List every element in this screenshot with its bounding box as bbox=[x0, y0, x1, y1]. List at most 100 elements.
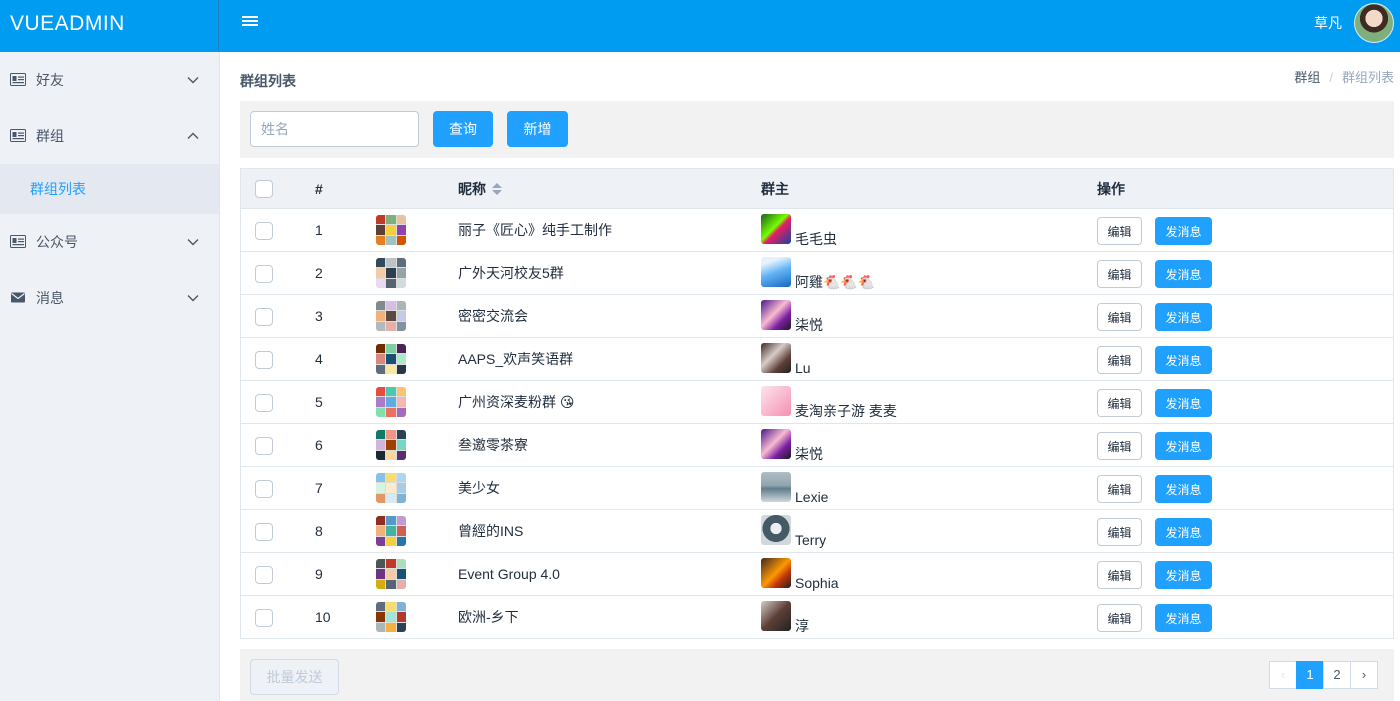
table-row: 4 AAPS_欢声笑语群 Lu 编辑 发消息 bbox=[241, 338, 1393, 381]
edit-button[interactable]: 编辑 bbox=[1097, 217, 1142, 245]
table-row: 5 广州资深麦粉群 😘 麦淘亲子游 麦麦 编辑 发消息 bbox=[241, 381, 1393, 424]
chevron-up-icon bbox=[187, 132, 199, 139]
send-message-button[interactable]: 发消息 bbox=[1155, 518, 1212, 546]
page-title: 群组列表 bbox=[240, 73, 296, 89]
send-message-button[interactable]: 发消息 bbox=[1155, 260, 1212, 288]
row-checkbox[interactable] bbox=[255, 265, 273, 283]
send-message-button[interactable]: 发消息 bbox=[1155, 303, 1212, 331]
send-message-button[interactable]: 发消息 bbox=[1155, 346, 1212, 374]
row-checkbox[interactable] bbox=[255, 351, 273, 369]
send-message-button[interactable]: 发消息 bbox=[1155, 475, 1212, 503]
brand-logo[interactable]: VUEADMIN bbox=[0, 0, 219, 52]
send-message-button[interactable]: 发消息 bbox=[1155, 561, 1212, 589]
sidebar-item-label: 群组 bbox=[36, 128, 64, 144]
row-index: 1 bbox=[315, 222, 323, 238]
send-message-button[interactable]: 发消息 bbox=[1155, 432, 1212, 460]
sidebar-item-official-accounts[interactable]: 公众号 bbox=[0, 214, 219, 270]
edit-button[interactable]: 编辑 bbox=[1097, 561, 1142, 589]
header-nickname[interactable]: 昵称 bbox=[458, 169, 502, 209]
row-checkbox[interactable] bbox=[255, 566, 273, 584]
owner-name: 柒悦 bbox=[795, 317, 823, 333]
row-index: 2 bbox=[315, 265, 323, 281]
group-avatar bbox=[376, 473, 406, 503]
row-index: 9 bbox=[315, 566, 323, 582]
select-all-checkbox[interactable] bbox=[255, 180, 273, 198]
header-owner: 群主 bbox=[761, 181, 789, 197]
row-checkbox[interactable] bbox=[255, 394, 273, 412]
username[interactable]: 草凡 bbox=[1314, 0, 1342, 46]
header-actions: 操作 bbox=[1097, 181, 1125, 197]
owner-name: Sophia bbox=[795, 575, 839, 591]
add-button[interactable]: 新增 bbox=[507, 111, 568, 147]
edit-button[interactable]: 编辑 bbox=[1097, 475, 1142, 503]
edit-button[interactable]: 编辑 bbox=[1097, 303, 1142, 331]
query-button[interactable]: 查询 bbox=[433, 111, 493, 147]
owner-avatar bbox=[761, 515, 791, 545]
sidebar-item-friends[interactable]: 好友 bbox=[0, 52, 219, 108]
owner-name: 柒悦 bbox=[795, 446, 823, 462]
sort-icon[interactable] bbox=[492, 183, 502, 196]
sidebar-item-label: 消息 bbox=[36, 290, 64, 306]
owner-avatar bbox=[761, 558, 791, 588]
row-checkbox[interactable] bbox=[255, 480, 273, 498]
row-checkbox[interactable] bbox=[255, 609, 273, 627]
menu-toggle-icon[interactable] bbox=[242, 16, 258, 30]
row-checkbox[interactable] bbox=[255, 437, 273, 455]
header-index: # bbox=[315, 181, 323, 197]
edit-button[interactable]: 编辑 bbox=[1097, 389, 1142, 417]
row-checkbox[interactable] bbox=[255, 523, 273, 541]
table-row: 7 美少女 Lexie 编辑 发消息 bbox=[241, 467, 1393, 510]
edit-button[interactable]: 编辑 bbox=[1097, 432, 1142, 460]
group-name: 叁邀零茶寮 bbox=[458, 437, 528, 453]
row-checkbox[interactable] bbox=[255, 308, 273, 326]
breadcrumb-item-current: 群组列表 bbox=[1341, 70, 1394, 85]
owner-name: Terry bbox=[795, 532, 827, 548]
edit-button[interactable]: 编辑 bbox=[1097, 260, 1142, 288]
envelope-icon bbox=[11, 292, 25, 303]
owner-name: Lu bbox=[795, 360, 811, 376]
table-row: 9 Event Group 4.0 Sophia 编辑 发消息 bbox=[241, 553, 1393, 596]
table-row: 10 欧洲-乡下淳 编辑 发消息 bbox=[241, 596, 1393, 639]
breadcrumb-item-groups[interactable]: 群组 bbox=[1294, 70, 1320, 85]
sidebar-item-messages[interactable]: 消息 bbox=[0, 270, 219, 326]
send-message-button[interactable]: 发消息 bbox=[1155, 389, 1212, 417]
pagination: ‹ 1 2 › bbox=[1269, 661, 1378, 689]
table-row: 2 广外天河校友5群 阿雞🐔🐔🐔 编辑 发消息 bbox=[241, 252, 1393, 295]
breadcrumb-separator: / bbox=[1329, 70, 1333, 85]
name-search-input[interactable] bbox=[250, 111, 419, 147]
owner-avatar bbox=[761, 429, 791, 459]
id-card-icon bbox=[10, 235, 26, 248]
edit-button[interactable]: 编辑 bbox=[1097, 604, 1142, 632]
table-row: 8 曾經的INS Terry 编辑 发消息 bbox=[241, 510, 1393, 553]
edit-button[interactable]: 编辑 bbox=[1097, 346, 1142, 374]
group-avatar bbox=[376, 344, 406, 374]
page-2-button[interactable]: 2 bbox=[1323, 661, 1351, 689]
table-row: 6 叁邀零茶寮 柒悦 编辑 发消息 bbox=[241, 424, 1393, 467]
send-message-button[interactable]: 发消息 bbox=[1155, 217, 1212, 245]
group-avatar bbox=[376, 430, 406, 460]
group-avatar bbox=[376, 301, 406, 331]
owner-name: 淳 bbox=[795, 618, 809, 634]
edit-button[interactable]: 编辑 bbox=[1097, 518, 1142, 546]
group-avatar bbox=[376, 602, 406, 632]
owner-name: 麦淘亲子游 麦麦 bbox=[795, 403, 897, 419]
row-index: 7 bbox=[315, 480, 323, 496]
send-message-button[interactable]: 发消息 bbox=[1155, 604, 1212, 632]
group-name: 欧洲-乡下 bbox=[458, 609, 519, 625]
id-card-icon bbox=[10, 129, 26, 142]
owner-name: 毛毛虫 bbox=[795, 231, 837, 247]
next-page-button[interactable]: › bbox=[1350, 661, 1378, 689]
main-content: 群组列表 群组 / 群组列表 查询 新增 # 昵称 群主 操作 1 丽子《匠心》纯手工… bbox=[220, 52, 1400, 701]
sidebar-subitem-group-list[interactable]: 群组列表 bbox=[0, 164, 219, 214]
owner-avatar bbox=[761, 472, 791, 502]
table-footer: 批量发送 ‹ 1 2 › bbox=[240, 649, 1394, 701]
owner-avatar bbox=[761, 214, 791, 244]
page-1-button[interactable]: 1 bbox=[1296, 661, 1324, 689]
prev-page-button[interactable]: ‹ bbox=[1269, 661, 1297, 689]
group-avatar bbox=[376, 559, 406, 589]
sidebar-item-groups[interactable]: 群组 bbox=[0, 108, 219, 164]
group-avatar bbox=[376, 215, 406, 245]
batch-send-button[interactable]: 批量发送 bbox=[250, 659, 339, 695]
row-checkbox[interactable] bbox=[255, 222, 273, 240]
user-avatar[interactable] bbox=[1354, 3, 1394, 43]
